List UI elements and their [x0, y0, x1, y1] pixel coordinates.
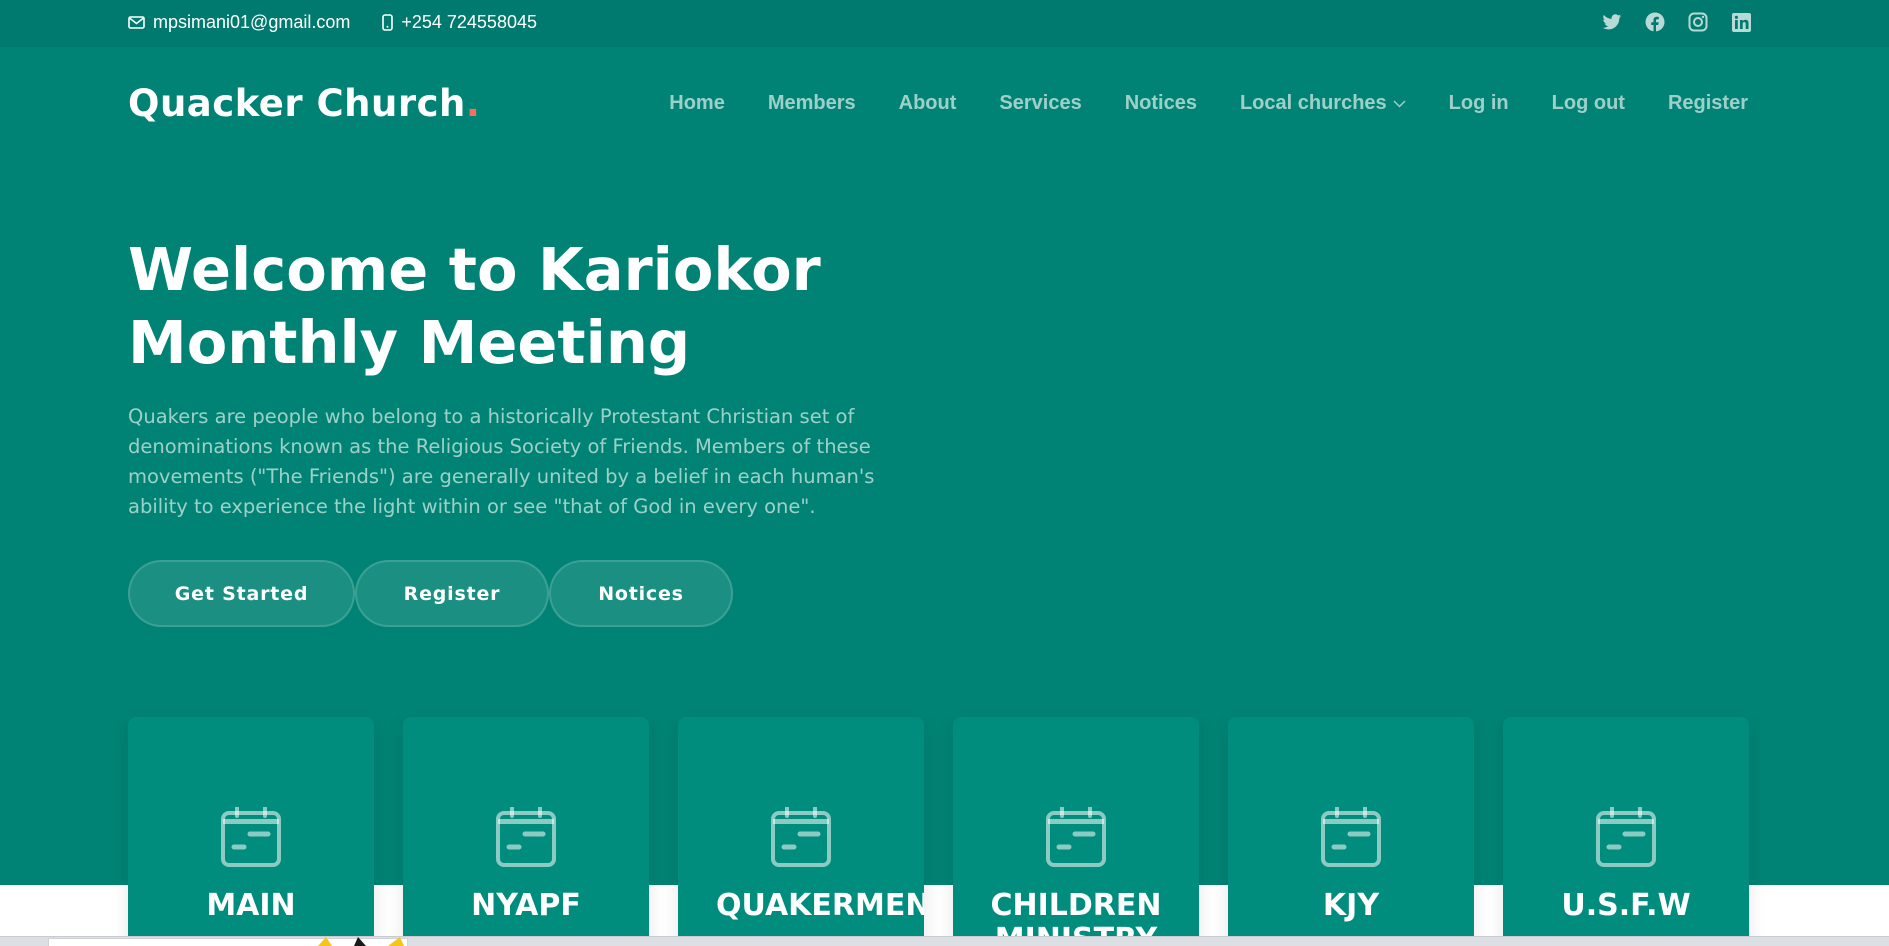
card-title: MAIN [206, 888, 296, 923]
get-started-button[interactable]: Get Started [128, 560, 355, 627]
linkedin-icon[interactable] [1730, 11, 1752, 33]
nav-members[interactable]: Members [768, 92, 856, 115]
main-nav: Home Members About Services Notices Loca… [669, 92, 1748, 115]
nav-register[interactable]: Register [1668, 92, 1748, 115]
card-kjy[interactable]: KJY [1228, 717, 1474, 946]
card-title: U.S.F.W [1561, 888, 1691, 923]
bottom-strip [0, 936, 1889, 946]
instagram-icon[interactable] [1687, 11, 1709, 33]
calendar-icon [771, 807, 831, 867]
email-contact[interactable]: mpsimani01@gmail.com [128, 12, 350, 33]
card-children-ministry[interactable]: CHILDREN MINISTRY [953, 717, 1199, 946]
social-links [1580, 11, 1752, 33]
nav-services[interactable]: Services [999, 92, 1081, 115]
chevron-down-icon [1393, 99, 1406, 108]
card-usfw[interactable]: U.S.F.W [1503, 717, 1749, 946]
site-logo[interactable]: Quacker Church. [128, 82, 480, 125]
card-title: KJY [1322, 888, 1380, 923]
calendar-icon [221, 807, 281, 867]
phone-icon [382, 14, 394, 31]
nav-about[interactable]: About [899, 92, 957, 115]
hero-title-line-1: Welcome to Kariokor [128, 235, 821, 304]
register-button[interactable]: Register [355, 560, 549, 627]
partial-logo-icon [318, 937, 404, 946]
card-quakermen[interactable]: QUAKERMEN [678, 717, 924, 946]
ministry-cards: MAIN NYAPF QUAKERMEN CHILDREN MINISTRY K… [128, 717, 1749, 946]
logo-dot: . [465, 82, 481, 125]
hero-title: Welcome to Kariokor Monthly Meeting [128, 233, 1028, 379]
hero-title-line-2: Monthly Meeting [128, 308, 691, 377]
card-title: QUAKERMEN [716, 888, 924, 923]
facebook-icon[interactable] [1644, 11, 1666, 33]
nav-log-in[interactable]: Log in [1449, 92, 1509, 115]
card-main[interactable]: MAIN [128, 717, 374, 946]
contact-info: mpsimani01@gmail.com +254 724558045 [128, 12, 569, 33]
envelope-icon [128, 16, 145, 29]
nav-notices[interactable]: Notices [1125, 92, 1197, 115]
calendar-icon [1596, 807, 1656, 867]
calendar-icon [1321, 807, 1381, 867]
hero-description: Quakers are people who belong to a histo… [128, 405, 875, 518]
email-text[interactable]: mpsimani01@gmail.com [153, 12, 350, 33]
hero-buttons: Get Started Register Notices [128, 560, 733, 627]
card-nyapf[interactable]: NYAPF [403, 717, 649, 946]
top-bar: mpsimani01@gmail.com +254 724558045 [0, 0, 1889, 47]
calendar-icon [1046, 807, 1106, 867]
site-header: Quacker Church. Home Members About Servi… [128, 80, 1748, 128]
nav-log-out[interactable]: Log out [1552, 92, 1625, 115]
nav-home[interactable]: Home [669, 92, 725, 115]
nav-local-churches-label[interactable]: Local churches [1240, 92, 1387, 115]
logo-text[interactable]: Quacker Church [128, 82, 466, 125]
twitter-icon[interactable] [1601, 11, 1623, 33]
card-title: NYAPF [471, 888, 581, 923]
phone-contact[interactable]: +254 724558045 [382, 12, 537, 33]
phone-text[interactable]: +254 724558045 [401, 12, 537, 33]
notices-button[interactable]: Notices [549, 560, 733, 627]
calendar-icon [496, 807, 556, 867]
nav-local-churches[interactable]: Local churches [1240, 92, 1406, 115]
